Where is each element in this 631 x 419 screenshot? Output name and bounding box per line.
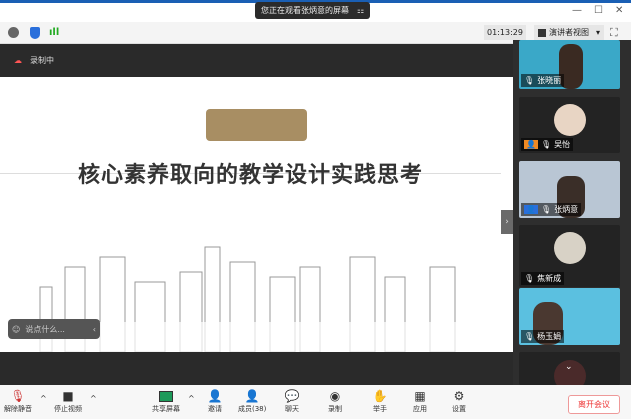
gear-icon: ⚙ — [453, 389, 465, 403]
mic-muted-icon: 🎙 — [524, 76, 535, 85]
participant-name: 吴怡 — [554, 140, 571, 149]
video-options-caret[interactable]: ^ — [90, 394, 97, 403]
chat-label: 聊天 — [285, 405, 299, 413]
members-button[interactable]: 👤 成员(38) — [238, 388, 266, 414]
record-icon: ◉ — [329, 389, 341, 403]
unmute-label: 解除静音 — [4, 405, 32, 413]
screen-share-footer — [0, 352, 513, 385]
host-icon: 👤 — [524, 140, 538, 149]
unmute-button[interactable]: 🎙 解除静音 — [4, 388, 32, 414]
apps-icon: ▦ — [414, 389, 426, 403]
raise-hand-label: 举手 — [373, 405, 387, 413]
participant-tile[interactable]: 👤 🎙 张炳意 — [519, 161, 620, 218]
share-screen-icon — [158, 388, 174, 404]
chat-input[interactable]: ☺ 说点什么... ‹ — [8, 319, 100, 339]
participant-name: 张炳意 — [554, 205, 579, 214]
participant-tile[interactable]: ⌄ — [519, 352, 620, 385]
share-screen-label: 共享屏幕 — [152, 405, 180, 413]
apps-label: 应用 — [413, 405, 427, 413]
shield-icon[interactable] — [30, 27, 40, 39]
participant-name: 焦新成 — [537, 274, 562, 283]
recording-bar: ☁ 录制中 — [0, 44, 513, 77]
participant-name: 杨玉娟 — [537, 332, 562, 341]
close-button[interactable]: ✕ — [615, 5, 623, 16]
chat-placeholder: 说点什么... — [25, 324, 65, 334]
participant-name: 张晓丽 — [537, 76, 562, 85]
signal-icon[interactable]: ıll — [49, 27, 59, 38]
slide-badge — [206, 109, 307, 141]
participant-tile[interactable]: 👤 🎙 吴怡 — [519, 97, 620, 153]
participants-panel[interactable]: 🎙 张晓丽 👤 🎙 吴怡 👤 🎙 张炳意 🎙 焦新成 🎙 杨玉娟 ⌄ — [513, 40, 631, 385]
invite-icon: 👤 — [207, 389, 223, 403]
record-label: 录制 — [328, 405, 342, 413]
chevron-down-icon[interactable]: ⌄ — [565, 362, 573, 372]
members-label: 成员(38) — [238, 405, 267, 413]
participant-tile[interactable]: 🎙 张晓丽 — [519, 40, 620, 89]
minimize-button[interactable]: — — [572, 5, 582, 16]
invite-label: 邀请 — [208, 405, 222, 413]
raise-hand-button[interactable]: ✋ 举手 — [372, 388, 388, 414]
share-screen-button[interactable]: 共享屏幕 — [152, 388, 180, 414]
record-button[interactable]: ◉ 录制 — [327, 388, 343, 414]
audio-options-caret[interactable]: ^ — [40, 394, 47, 403]
apps-button[interactable]: ▦ 应用 — [412, 388, 428, 414]
maximize-button[interactable]: ☐ — [594, 5, 603, 16]
cloud-record-icon: ☁ — [14, 56, 22, 65]
participant-tile[interactable]: 🎙 焦新成 — [519, 225, 620, 287]
mic-muted-icon: 🎙 — [540, 140, 552, 149]
share-banner[interactable]: 您正在观看张炳意的屏幕 ⚏ — [255, 2, 370, 19]
stop-video-label: 停止视频 — [54, 405, 82, 413]
share-options-caret[interactable]: ^ — [188, 394, 195, 403]
chat-icon: 💬 — [284, 389, 300, 403]
meeting-timer: 01:13:29 — [484, 25, 526, 40]
emoji-icon[interactable]: ☺ — [12, 325, 20, 334]
members-icon: 👤 — [244, 389, 260, 403]
fullscreen-icon[interactable]: ⛶ — [610, 26, 618, 40]
share-banner-text: 您正在观看张炳意的屏幕 — [261, 6, 349, 15]
chevron-down-icon: ▾ — [596, 28, 601, 37]
hand-icon: ✋ — [372, 389, 388, 403]
mic-muted-icon: 🎙 — [10, 389, 26, 403]
avatar — [554, 232, 586, 264]
collapse-panel-button[interactable]: › — [501, 210, 513, 234]
view-mode-button[interactable]: 演讲者视图 ▾ — [534, 25, 604, 40]
mic-icon: 🎙 — [540, 205, 552, 214]
chat-button[interactable]: 💬 聊天 — [284, 388, 300, 414]
mic-muted-icon: 🎙 — [524, 274, 535, 283]
view-mode-label: 演讲者视图 — [549, 28, 589, 37]
avatar — [554, 104, 586, 136]
shared-screen: 核心素养取向的教学设计实践思考 — [0, 77, 501, 352]
bottom-toolbar: 🎙 解除静音 ^ ■ 停止视频 ^ 共享屏幕 ^ 👤 邀请 👤 成员(38) 💬 聊天 ◉… — [0, 385, 631, 419]
participant-tile[interactable]: 🎙 杨玉娟 — [519, 288, 620, 345]
cohost-icon: 👤 — [524, 205, 538, 214]
pin-icon[interactable]: ⚏ — [357, 6, 364, 15]
video-camera-icon: ■ — [62, 389, 74, 403]
settings-button[interactable]: ⚙ 设置 — [451, 388, 467, 414]
stop-video-button[interactable]: ■ 停止视频 — [54, 388, 82, 414]
chevron-left-icon[interactable]: ‹ — [93, 325, 96, 334]
info-icon[interactable] — [8, 27, 19, 38]
mic-muted-icon: 🎙 — [524, 332, 535, 341]
settings-label: 设置 — [452, 405, 466, 413]
slide-title: 核心素养取向的教学设计实践思考 — [77, 163, 423, 188]
recording-label: 录制中 — [30, 56, 54, 65]
leave-meeting-button[interactable]: 离开会议 — [568, 395, 620, 414]
layout-icon — [538, 28, 546, 37]
invite-button[interactable]: 👤 邀请 — [207, 388, 223, 414]
